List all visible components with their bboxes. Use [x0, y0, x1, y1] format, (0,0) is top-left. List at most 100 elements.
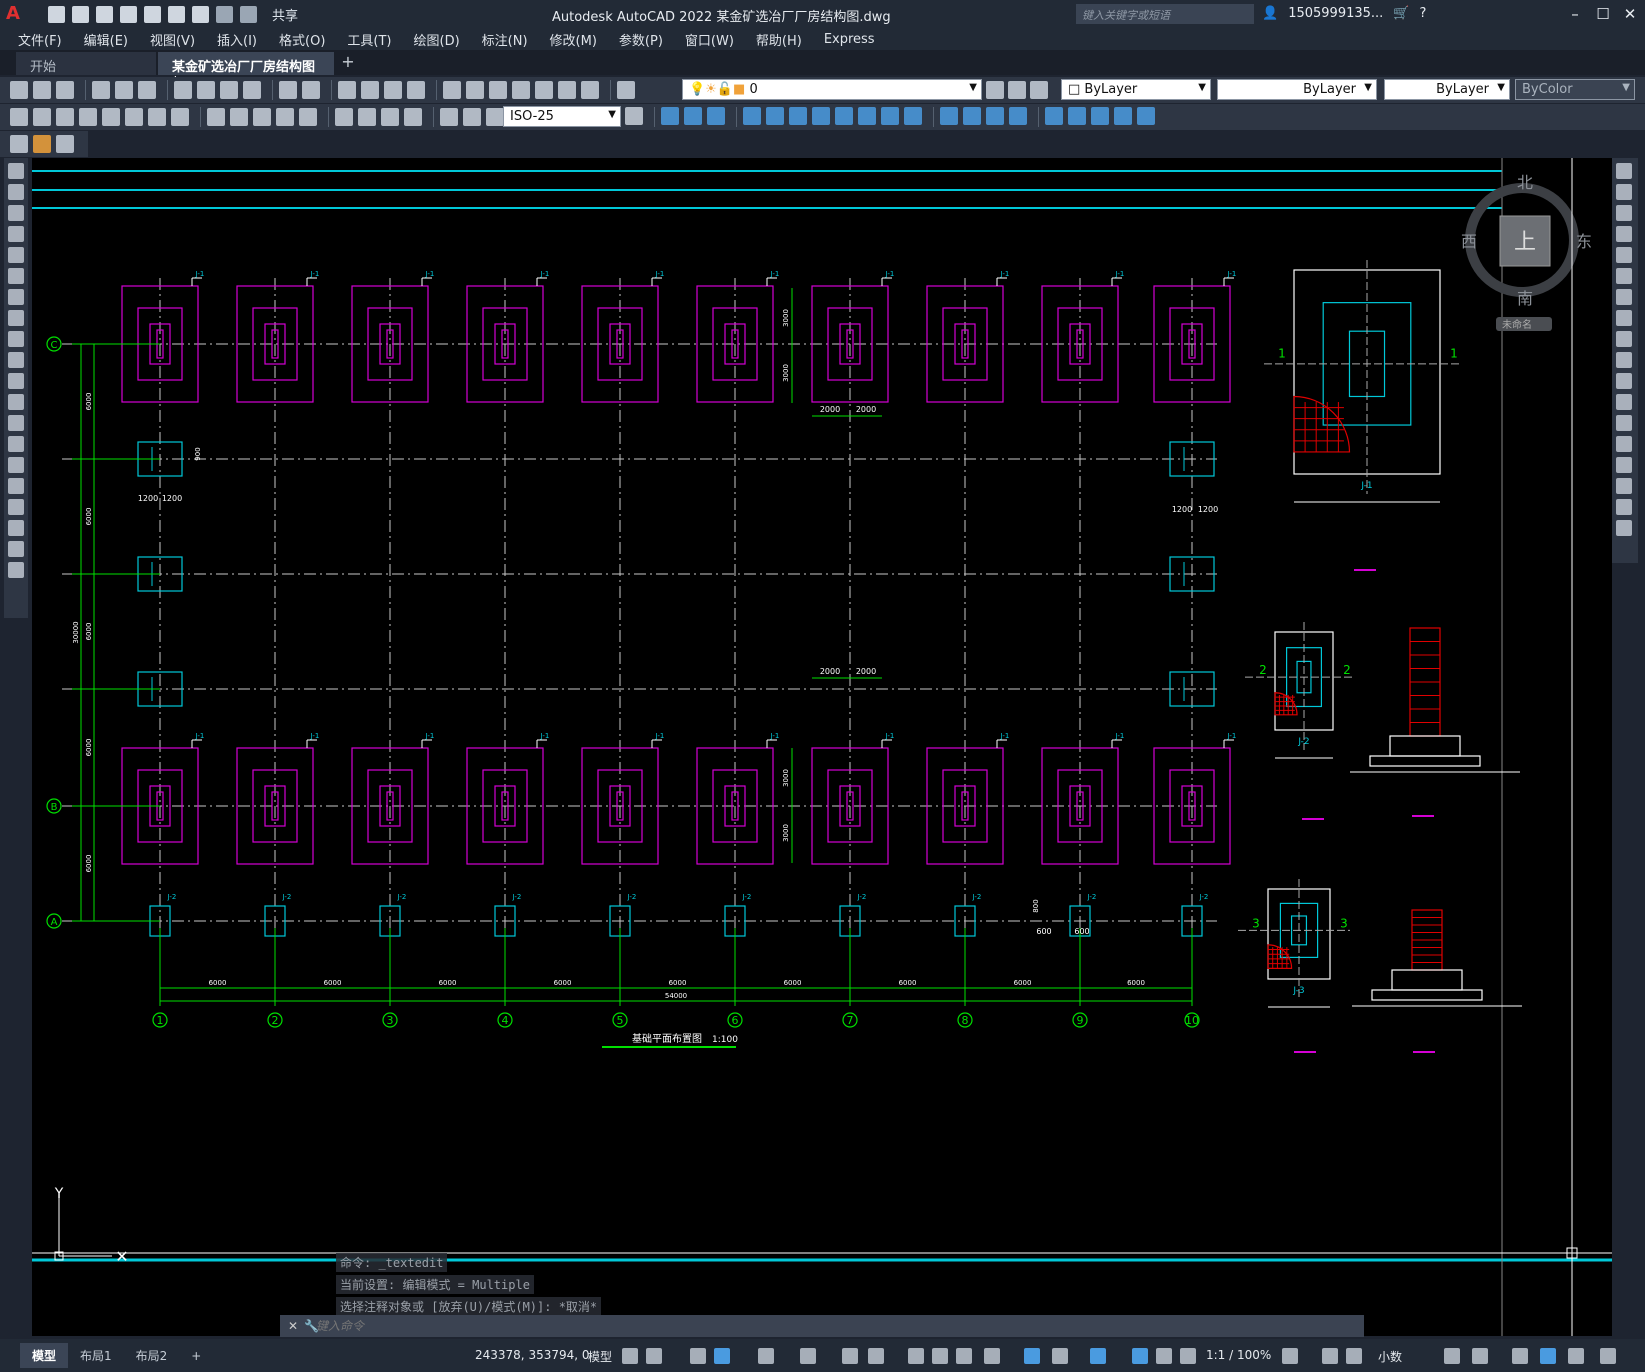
object-snap-tracking-icon[interactable] [842, 1348, 858, 1364]
make-block-icon[interactable] [8, 415, 24, 431]
transparency-icon[interactable] [932, 1348, 948, 1364]
extrude-faces-icon[interactable] [743, 107, 761, 125]
redo-icon[interactable] [240, 5, 257, 23]
chamfer-icon[interactable] [1616, 457, 1632, 473]
snap-icon[interactable] [646, 1348, 662, 1364]
jogged-icon[interactable] [125, 108, 143, 126]
arc-length-icon[interactable] [56, 108, 74, 126]
space-icon[interactable] [276, 108, 294, 126]
auto-scale-icon[interactable] [1156, 1348, 1172, 1364]
rotate-faces-icon[interactable] [835, 107, 853, 125]
tab-model[interactable]: 模型 [20, 1343, 69, 1368]
publish-icon[interactable] [138, 81, 156, 99]
intersect-icon[interactable] [707, 107, 725, 125]
cut-icon[interactable] [174, 81, 192, 99]
3d-osnap-icon[interactable] [984, 1348, 1000, 1364]
share-button[interactable]: 共享 [272, 5, 298, 24]
object-snap-icon[interactable] [868, 1348, 884, 1364]
tab-layout1[interactable]: 布局1 [68, 1343, 124, 1368]
extend-icon[interactable] [1616, 373, 1632, 389]
annotation-monitor-icon[interactable] [1322, 1348, 1338, 1364]
move-icon[interactable] [1616, 268, 1632, 284]
hatch-icon[interactable] [8, 457, 24, 473]
lineweight-dropdown[interactable]: ByLayer ▼ [1384, 79, 1510, 100]
grid-icon[interactable] [622, 1348, 638, 1364]
zoom-previous-icon[interactable] [407, 81, 425, 99]
model-space-toggle[interactable]: 模型 [588, 1348, 612, 1365]
layer-dropdown[interactable]: 💡☀🔓■ 0 ▼ [682, 79, 982, 100]
diameter-icon[interactable] [148, 108, 166, 126]
customize-icon[interactable]: 🔧 [304, 1319, 319, 1333]
menu-draw[interactable]: 绘图(D) [414, 30, 460, 49]
tab-drawing[interactable]: 某金矿选冶厂厂房结构图*✕ [158, 52, 334, 90]
menu-tools[interactable]: 工具(T) [347, 30, 391, 49]
minimize-button[interactable]: – [1560, 3, 1590, 25]
clean-screen-icon[interactable] [1568, 1348, 1584, 1364]
jogged-linear-icon[interactable] [404, 108, 422, 126]
match-properties-icon[interactable] [243, 81, 261, 99]
fillet-icon[interactable] [1616, 478, 1632, 494]
ellipse-arc-icon[interactable] [8, 373, 24, 389]
drawing-canvas[interactable]: J-1 J-1 J-1 J-1 J-1 J-1 J-1 J-1 J-1 J-1 J-1 J-1 J-1 J… [32, 158, 1612, 1336]
infer-constraints-icon[interactable] [690, 1348, 706, 1364]
ortho-icon[interactable] [714, 1348, 730, 1364]
linear-dim-icon[interactable] [10, 108, 28, 126]
save-as-icon[interactable] [120, 5, 137, 23]
save-web-icon[interactable] [168, 5, 185, 23]
region-icon[interactable] [8, 499, 24, 515]
open-icon[interactable] [33, 81, 51, 99]
table-icon[interactable] [8, 520, 24, 536]
add-layout-button[interactable]: + [179, 1345, 213, 1367]
copy-icon[interactable] [1616, 184, 1632, 200]
break-at-point-icon[interactable] [1616, 394, 1632, 410]
lineweight-icon[interactable] [908, 1348, 924, 1364]
properties-icon[interactable] [443, 81, 461, 99]
tool-palettes-icon[interactable] [489, 81, 507, 99]
separate-icon[interactable] [986, 107, 1004, 125]
close-button[interactable]: ✕ [1615, 3, 1645, 25]
hatch-edit-icon[interactable] [33, 135, 51, 153]
dynamic-ucs-icon[interactable] [1024, 1348, 1040, 1364]
menu-format[interactable]: 格式(O) [279, 30, 325, 49]
tab-layout2[interactable]: 布局2 [124, 1343, 180, 1368]
plot-icon[interactable] [192, 5, 209, 23]
baseline-icon[interactable] [230, 108, 248, 126]
coordinates-readout[interactable]: 243378, 353794, 0 [475, 1348, 590, 1362]
break-icon[interactable] [299, 108, 317, 126]
save-icon[interactable] [56, 81, 74, 99]
menu-edit[interactable]: 编辑(E) [84, 30, 128, 49]
markup-icon[interactable] [535, 81, 553, 99]
point-icon[interactable] [8, 436, 24, 452]
units-dropdown[interactable]: 小数 [1378, 1348, 1402, 1365]
ordinate-icon[interactable] [79, 108, 97, 126]
copy-faces-icon[interactable] [881, 107, 899, 125]
layer-properties-icon[interactable] [617, 81, 635, 99]
menu-dimension[interactable]: 标注(N) [482, 30, 528, 49]
tab-start[interactable]: 开始 [16, 52, 156, 75]
undo-icon[interactable] [279, 81, 297, 99]
design-center-icon[interactable] [466, 81, 484, 99]
new-icon[interactable] [48, 5, 65, 23]
layer-previous-icon[interactable] [1008, 81, 1026, 99]
copy-icon[interactable] [197, 81, 215, 99]
plotstyle-dropdown[interactable]: ByColor ▼ [1515, 79, 1635, 100]
color-dropdown[interactable]: □ ByLayer ▼ [1061, 79, 1211, 100]
trim-icon[interactable] [1616, 352, 1632, 368]
autocad-logo-icon[interactable]: A [6, 3, 28, 25]
imprint-icon[interactable] [940, 107, 958, 125]
section-icon[interactable] [1091, 107, 1109, 125]
continue-icon[interactable] [253, 108, 271, 126]
layer-state-icon[interactable] [1030, 81, 1048, 99]
drawing-svg[interactable]: J-1 J-1 J-1 J-1 J-1 J-1 J-1 J-1 J-1 J-1 J-1 J-1 J-1 J… [32, 158, 1612, 1336]
angular-icon[interactable] [171, 108, 189, 126]
calculator-icon[interactable] [558, 81, 576, 99]
command-input[interactable] [316, 1319, 1216, 1333]
menu-insert[interactable]: 插入(I) [217, 30, 257, 49]
pan-icon[interactable] [338, 81, 356, 99]
ellipse-icon[interactable] [8, 352, 24, 368]
selection-filter-icon[interactable] [1052, 1348, 1068, 1364]
blend-icon[interactable] [1616, 499, 1632, 515]
undo-icon[interactable] [216, 5, 233, 23]
array-icon[interactable] [1616, 247, 1632, 263]
mirror-icon[interactable] [1616, 205, 1632, 221]
